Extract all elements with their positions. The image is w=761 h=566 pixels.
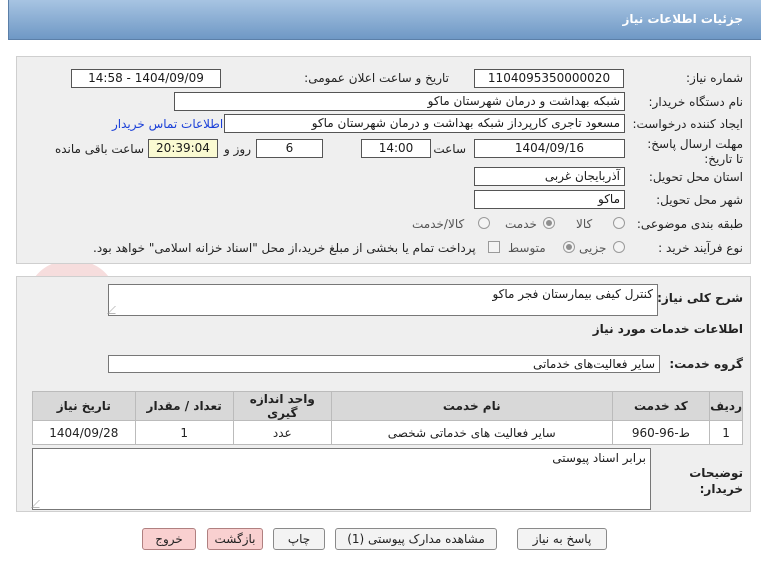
service-group-field: سایر فعالیت‌های خدماتی xyxy=(108,355,660,373)
category-label: طبقه بندی موضوعی: xyxy=(636,217,743,231)
days-remaining-field: 6 xyxy=(256,139,323,158)
category-service-text: خدمت xyxy=(505,217,537,231)
column-header-need-date: تاریخ نیاز xyxy=(32,391,136,421)
column-header-service-code: کد خدمت xyxy=(611,391,711,421)
announce-date-field: 1404/09/09 - 14:58 xyxy=(71,69,221,88)
category-goods-radio[interactable] xyxy=(613,217,625,229)
announce-date-label: تاریخ و ساعت اعلان عمومی: xyxy=(304,71,449,85)
creator-field: مسعود تاجری کارپرداز شبکه بهداشت و درمان… xyxy=(224,114,625,133)
need-number-label: شماره نیاز: xyxy=(686,71,743,85)
page-title: جزئیات اطلاعات نیاز xyxy=(622,12,743,26)
treasury-payment-note: پرداخت تمام یا بخشی از مبلغ خرید،از محل … xyxy=(93,241,476,255)
column-header-row-number: ردیف xyxy=(709,391,743,421)
creator-label: ایجاد کننده درخواست: xyxy=(632,117,743,131)
cell-unit: عدد xyxy=(232,420,332,445)
province-label: استان محل تحویل: xyxy=(648,170,743,184)
remaining-time-label: ساعت باقی مانده xyxy=(54,142,144,156)
category-goods-text: کالا xyxy=(576,217,593,231)
page-header: جزئیات اطلاعات نیاز xyxy=(8,0,761,40)
buyer-contact-link[interactable]: اطلاعات تماس خریدار xyxy=(112,117,223,131)
cell-row-number: 1 xyxy=(709,420,743,445)
back-button[interactable]: بازگشت xyxy=(207,528,263,550)
print-button[interactable]: چاپ xyxy=(273,528,325,550)
exit-button[interactable]: خروج xyxy=(142,528,196,550)
column-header-quantity: تعداد / مقدار xyxy=(134,391,234,421)
buyer-notes-field[interactable]: برابر اسناد پیوستی xyxy=(31,448,651,510)
city-label: شهر محل تحویل: xyxy=(656,193,743,207)
buyer-notes-text: برابر اسناد پیوستی xyxy=(552,451,646,465)
remaining-time-field: 20:39:04 xyxy=(148,139,218,158)
deadline-label: مهلت ارسال پاسخ: تا تاریخ: xyxy=(647,137,743,166)
column-header-unit: واحد اندازه گیری xyxy=(232,391,332,421)
cell-service-name: سایر فعالیت های خدماتی شخصی xyxy=(330,420,613,445)
deadline-time-field: 14:00 xyxy=(361,139,431,158)
days-label: روز و xyxy=(224,142,251,156)
buyer-org-label: نام دستگاه خریدار: xyxy=(648,95,744,109)
reply-button[interactable]: پاسخ به نیاز xyxy=(517,528,607,550)
cell-quantity: 1 xyxy=(134,420,234,445)
column-header-service-name: نام خدمت xyxy=(330,391,613,421)
services-section-heading: اطلاعات خدمات مورد نیاز xyxy=(592,322,743,336)
category-goods-service-text: کالا/خدمت xyxy=(412,217,465,231)
need-summary-label: شرح کلی نیاز: xyxy=(657,291,743,305)
need-number-field: 1104095350000020 xyxy=(474,69,624,88)
buyer-org-field: شبکه بهداشت و درمان شهرستان ماکو xyxy=(174,92,625,111)
process-medium-text: متوسط xyxy=(508,241,546,255)
category-goods-service-radio[interactable] xyxy=(478,217,490,229)
resize-handle-icon[interactable] xyxy=(31,500,47,508)
cell-service-code: ط-96-960 xyxy=(611,420,711,445)
resize-handle-icon[interactable] xyxy=(107,306,123,314)
table-header-row: ردیف کد خدمت نام خدمت واحد اندازه گیری ت… xyxy=(32,391,743,421)
table-row: 1 ط-96-960 سایر فعالیت های خدماتی شخصی ع… xyxy=(32,420,743,445)
services-table: ردیف کد خدمت نام خدمت واحد اندازه گیری ت… xyxy=(32,391,743,445)
treasury-payment-checkbox[interactable] xyxy=(488,241,500,253)
need-summary-field[interactable]: کنترل کیفی بیمارستان فجر ماکو xyxy=(107,284,658,316)
process-minor-radio[interactable] xyxy=(613,241,625,253)
process-type-label: نوع فرآیند خرید : xyxy=(658,241,743,255)
buyer-notes-label: توضیحات خریدار: xyxy=(689,466,743,496)
need-summary-text: کنترل کیفی بیمارستان فجر ماکو xyxy=(492,287,653,301)
deadline-date-field: 1404/09/16 xyxy=(474,139,625,158)
deadline-time-label: ساعت xyxy=(433,142,466,156)
view-attachments-button[interactable]: مشاهده مدارک پیوستی (1) xyxy=(335,528,497,550)
process-minor-text: جزیی xyxy=(579,241,607,255)
cell-need-date: 1404/09/28 xyxy=(32,420,136,445)
province-field: آذربایجان غربی xyxy=(474,167,625,186)
service-group-label: گروه خدمت: xyxy=(669,357,743,371)
category-service-radio[interactable] xyxy=(543,217,555,229)
city-field: ماکو xyxy=(474,190,625,209)
process-medium-radio[interactable] xyxy=(563,241,575,253)
